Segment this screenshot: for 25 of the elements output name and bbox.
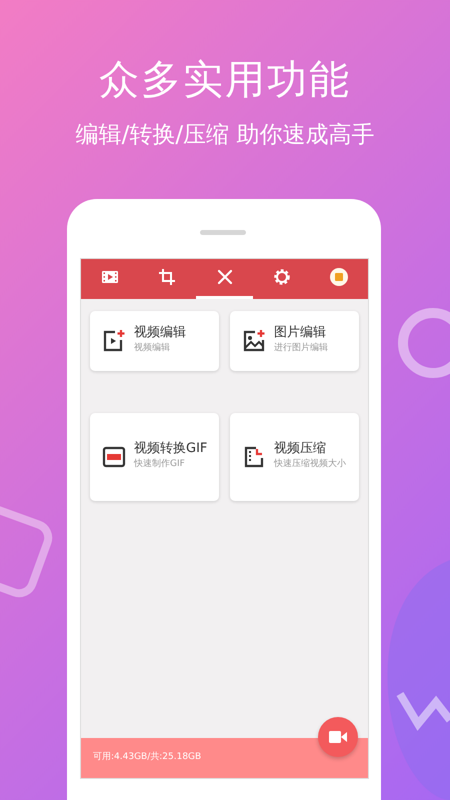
speaker-slot xyxy=(200,230,246,234)
feature-card[interactable]: 视频转换GIF 快速制作GIF xyxy=(90,412,219,500)
gif-file-icon xyxy=(102,444,126,468)
card-subtitle: 进行图片编辑 xyxy=(274,342,328,356)
record-button[interactable] xyxy=(318,716,358,756)
card-title: 视频压缩 xyxy=(274,441,327,458)
feature-card[interactable]: 视频编辑 视频编辑 xyxy=(90,310,219,370)
subtitle: 编辑/转换/压缩 助你速成高手 xyxy=(74,121,376,150)
card-subtitle: 快速制作GIF xyxy=(134,458,186,472)
video-edit-icon xyxy=(102,328,126,352)
video-camera-icon xyxy=(329,730,347,742)
compress-file-icon xyxy=(242,444,266,468)
feature-card[interactable]: 视频压缩 快速压缩视频大小 xyxy=(230,412,359,500)
headline: 众多实用功能 xyxy=(98,56,352,105)
card-title: 视频转换GIF xyxy=(134,441,208,458)
crop-icon xyxy=(158,268,176,286)
storage-text: 可用:4.43GB/共:25.18GB xyxy=(93,750,202,764)
settings-icon xyxy=(272,268,291,286)
card-title: 视频编辑 xyxy=(134,325,186,342)
card-subtitle: 视频编辑 xyxy=(134,342,171,356)
image-edit-icon xyxy=(242,328,266,352)
feature-card[interactable]: 图片编辑 进行图片编辑 xyxy=(230,310,359,370)
card-subtitle: 快速压缩视频大小 xyxy=(274,458,346,472)
card-title: 图片编辑 xyxy=(274,325,327,342)
film-play-icon xyxy=(100,268,119,286)
